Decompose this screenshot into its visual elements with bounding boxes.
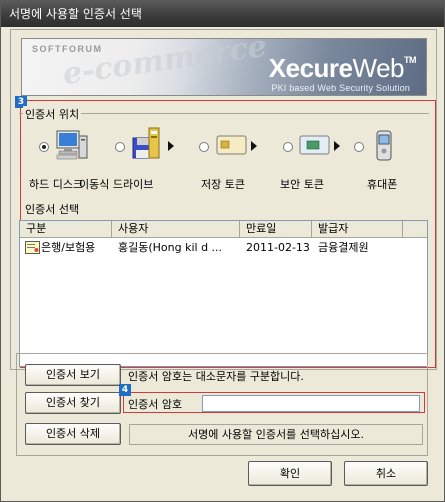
cert-location-label: 인증서 위치: [23, 106, 82, 122]
removable-drive-arrow-icon[interactable]: [168, 141, 174, 151]
find-cert-button[interactable]: 인증서 찾기: [25, 392, 121, 414]
device-label-mobile-phone: 휴대폰: [367, 178, 398, 191]
softforum-logo: SOFTFORUM: [32, 44, 103, 54]
cert-selection-label: 인증서 선택: [23, 201, 82, 217]
cancel-button[interactable]: 취소: [344, 461, 428, 486]
computer-icon[interactable]: [55, 128, 89, 162]
storage-token-arrow-icon[interactable]: [251, 141, 257, 151]
cert-list[interactable]: 구분 사용자 만료일 발급자 은행/보험용 홍길동(Hong kil d ...…: [19, 220, 428, 367]
cert-panel: e-commerce SOFTFORUM XecureWebTM PKI bas…: [10, 29, 437, 370]
password-highlight-box: 인증서 암호: [123, 392, 425, 413]
mobile-phone-icon[interactable]: [374, 130, 394, 162]
certificate-dialog: 서명에 사용할 인증서 선택 e-commerce SOFTFORUM Xecu…: [0, 0, 445, 502]
delete-cert-button[interactable]: 인증서 삭제: [25, 423, 121, 445]
banner-tagline: PKI based Web Security Solution: [271, 83, 410, 93]
password-field[interactable]: [202, 395, 420, 412]
device-label-hard-disk: 하드 디스크: [29, 178, 84, 191]
device-label-security-token: 보안 토큰: [280, 178, 324, 191]
column-header-user[interactable]: 사용자: [112, 221, 240, 238]
removable-drive-icon[interactable]: [131, 126, 165, 162]
view-cert-button[interactable]: 인증서 보기: [25, 364, 121, 386]
password-label: 인증서 암호: [128, 398, 183, 411]
ok-button[interactable]: 확인: [248, 461, 332, 486]
window-title: 서명에 사용할 인증서 선택: [9, 7, 142, 21]
radio-mobile-phone[interactable]: [354, 142, 364, 152]
cert-list-header: 구분 사용자 만료일 발급자: [20, 221, 427, 238]
cell-issuer: 금융결제원: [318, 241, 369, 254]
device-label-storage-token: 저장 토큰: [201, 178, 245, 191]
security-token-icon[interactable]: [299, 134, 331, 156]
device-label-removable-drive: 이동식 드라이브: [79, 178, 154, 191]
radio-storage-token[interactable]: [199, 142, 209, 152]
security-token-arrow-icon[interactable]: [334, 141, 340, 151]
title-bar: 서명에 사용할 인증서 선택: [1, 1, 444, 27]
cell-expiry: 2011-02-13: [246, 241, 310, 254]
cell-type: 은행/보험용: [41, 241, 96, 254]
column-header-issuer[interactable]: 발급자: [312, 221, 403, 238]
radio-hard-disk[interactable]: [39, 142, 49, 152]
storage-token-icon[interactable]: [216, 134, 248, 156]
radio-removable-drive[interactable]: [115, 142, 125, 152]
radio-security-token[interactable]: [283, 142, 293, 152]
column-header-expiry[interactable]: 만료일: [240, 221, 312, 238]
xecureweb-logo: XecureWebTM: [268, 53, 417, 83]
cell-user: 홍길동(Hong kil d ...: [118, 241, 223, 254]
status-message: 서명에 사용할 인증서를 선택하십시오.: [129, 424, 423, 445]
step-marker-4: 4: [119, 384, 131, 396]
xecureweb-banner: e-commerce SOFTFORUM XecureWebTM PKI bas…: [21, 38, 427, 96]
table-row[interactable]: 은행/보험용 홍길동(Hong kil d ... 2011-02-13 금융결…: [20, 240, 403, 256]
column-header-type[interactable]: 구분: [20, 221, 112, 238]
action-panel: 인증서 보기 인증서 암호는 대소문자를 구분합니다. 인증서 찾기 인증서 암…: [16, 353, 428, 456]
case-sensitive-notice: 인증서 암호는 대소문자를 구분합니다.: [128, 370, 304, 383]
certificate-icon: [25, 241, 40, 254]
